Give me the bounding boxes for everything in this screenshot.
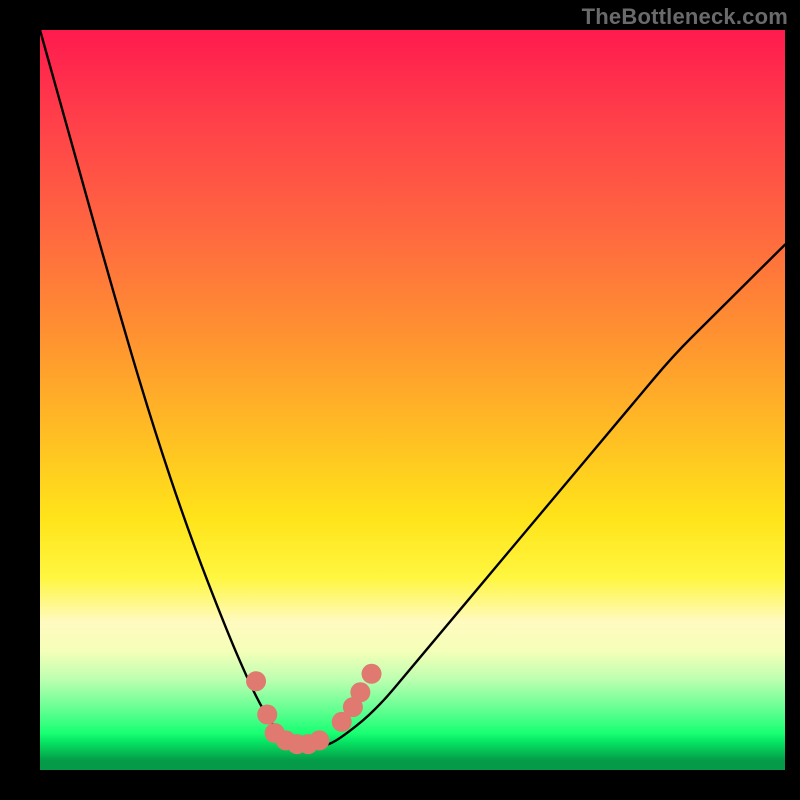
curve-markers (246, 664, 381, 754)
curve-svg (40, 30, 785, 770)
curve-marker (257, 705, 277, 725)
curve-marker (309, 730, 329, 750)
plot-area (40, 30, 785, 770)
curve-marker (246, 671, 266, 691)
curve-marker (362, 664, 382, 684)
chart-stage: TheBottleneck.com (0, 0, 800, 800)
watermark-text: TheBottleneck.com (582, 4, 788, 30)
bottleneck-curve (40, 30, 785, 747)
curve-marker (350, 682, 370, 702)
